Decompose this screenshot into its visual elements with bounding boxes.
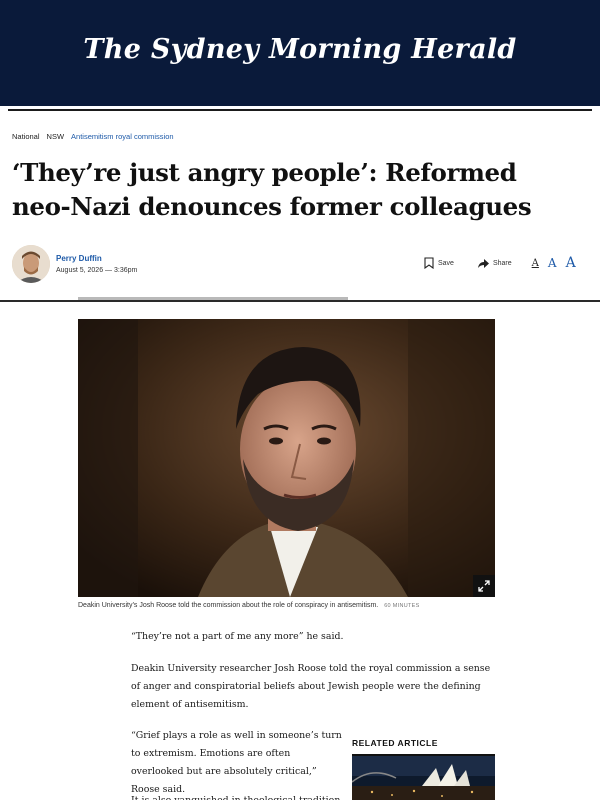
body-paragraph-4: It is also vanquished in theological tra… — [131, 792, 343, 800]
breadcrumb-topic[interactable]: Antisemitism royal commission — [71, 132, 174, 141]
related-article-label: RELATED ARTICLE — [352, 738, 438, 748]
scroll-divider — [0, 300, 600, 302]
photo-credit: 60 MINUTES — [384, 603, 420, 609]
save-button[interactable]: Save — [424, 257, 454, 269]
related-article-thumbnail[interactable] — [352, 754, 495, 800]
body-paragraph-3: “Grief plays a role as well in someone’s… — [131, 730, 342, 795]
masthead: The Sydney Morning Herald — [0, 0, 600, 106]
expand-image-button[interactable] — [473, 575, 495, 597]
masthead-logo[interactable]: The Sydney Morning Herald — [83, 34, 516, 65]
author-avatar[interactable] — [12, 245, 50, 283]
hero-caption: Deakin University’s Josh Roose told the … — [78, 602, 420, 609]
breadcrumb-national[interactable]: National — [12, 132, 40, 141]
font-size-small-button[interactable]: A — [532, 258, 539, 269]
share-label: Share — [492, 259, 512, 267]
font-size-large-button[interactable]: A — [566, 255, 576, 271]
save-label: Save — [438, 259, 454, 267]
bookmark-icon — [424, 257, 434, 269]
article-tools: Save Share A A A — [424, 255, 576, 271]
font-size-medium-button[interactable]: A — [548, 256, 557, 270]
body-paragraph-1: “They’re not a part of me any more” he s… — [131, 631, 344, 642]
publish-date: August 5, 2026 — 3:36pm — [56, 267, 138, 274]
breadcrumb-nsw[interactable]: NSW — [47, 132, 65, 141]
article-headline: ‘They’re just angry people’: Reformed ne… — [12, 158, 532, 221]
hero-photo — [78, 319, 495, 597]
expand-icon — [478, 580, 490, 592]
caption-text: Deakin University’s Josh Roose told the … — [78, 602, 379, 609]
share-arrow-icon — [477, 258, 489, 268]
masthead-divider — [8, 109, 592, 111]
body-paragraph-2: Deakin University researcher Josh Roose … — [131, 663, 491, 710]
share-button[interactable]: Share — [477, 258, 512, 268]
author-name[interactable]: Perry Duffin — [56, 254, 102, 263]
breadcrumb: National NSW Antisemitism royal commissi… — [12, 132, 174, 141]
